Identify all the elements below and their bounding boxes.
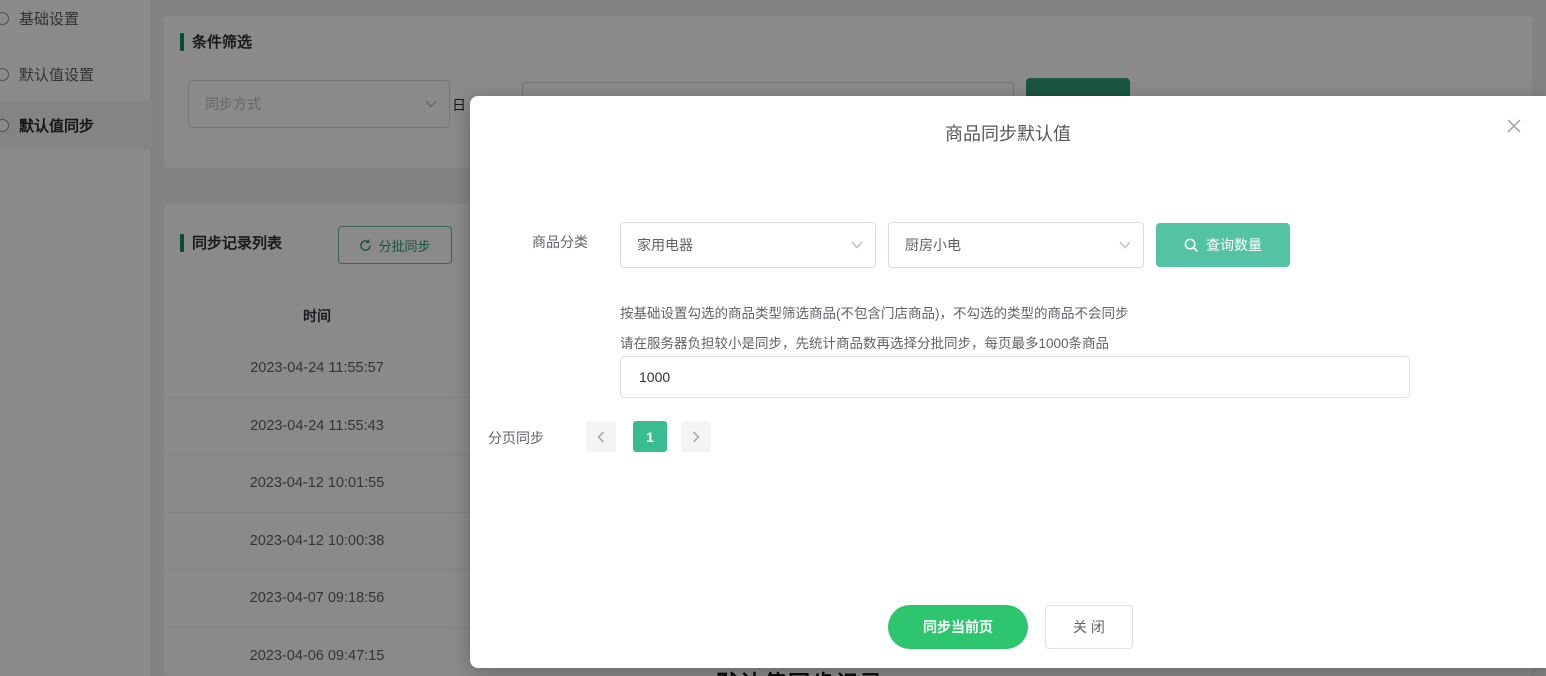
close-icon[interactable] (1504, 116, 1524, 136)
close-button[interactable]: 关 闭 (1045, 605, 1133, 649)
note-line-1: 按基础设置勾选的商品类型筛选商品(不包含门店商品)，不勾选的类型的商品不会同步 (620, 306, 1129, 321)
app-root: 基础设置 默认值设置 默认值同步 条件筛选 同步方式 日 同步记录列表 分批同步… (0, 0, 1546, 676)
query-count-label: 查询数量 (1206, 237, 1262, 253)
category-level1-select[interactable]: 家用电器 (620, 222, 876, 268)
chevron-left-icon (597, 430, 605, 443)
category-level1-value: 家用电器 (637, 237, 693, 253)
pager-page-1[interactable]: 1 (633, 421, 667, 452)
chevron-down-icon (1119, 241, 1131, 249)
category-label: 商品分类 (532, 234, 588, 250)
category-level2-value: 厨房小电 (905, 237, 961, 253)
chevron-down-icon (851, 241, 863, 249)
search-icon (1184, 238, 1199, 252)
sync-current-page-button[interactable]: 同步当前页 (888, 605, 1028, 649)
page-size-input[interactable] (620, 356, 1410, 398)
dialog-title: 商品同步默认值 (945, 124, 1071, 144)
pager-next-button[interactable] (681, 421, 711, 452)
chevron-right-icon (692, 430, 700, 443)
category-level2-select[interactable]: 厨房小电 (888, 222, 1144, 268)
product-sync-default-dialog: 商品同步默认值 商品分类 家用电器 厨房小电 查询数量 按基础设置勾选的商品类型… (470, 96, 1546, 668)
query-count-button[interactable]: 查询数量 (1156, 223, 1290, 267)
note-line-2: 请在服务器负担较小是同步，先统计商品数再选择分批同步，每页最多1000条商品 (620, 336, 1110, 351)
pager-prev-button[interactable] (586, 421, 616, 452)
paging-label: 分页同步 (488, 430, 544, 446)
